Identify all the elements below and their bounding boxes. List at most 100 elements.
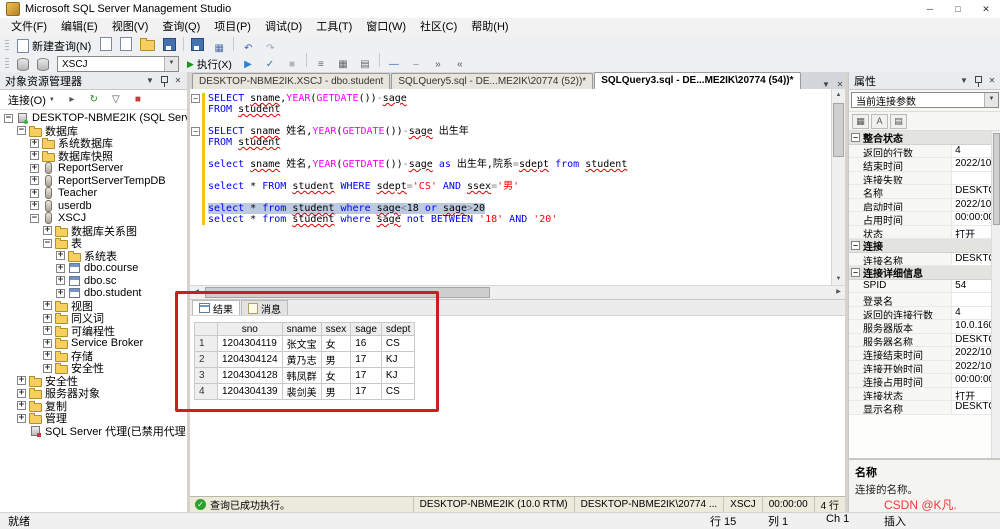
- property-row[interactable]: 连接状态打开: [849, 388, 1000, 402]
- pin-icon[interactable]: [971, 75, 985, 87]
- scroll-up-icon[interactable]: ▲: [832, 89, 845, 101]
- tree-item[interactable]: +服务器对象: [0, 387, 187, 400]
- property-row[interactable]: 登录名: [849, 293, 1000, 307]
- editor-line[interactable]: −SELECT sname 姓名,YEAR(GETDATE())-sage 出生…: [190, 126, 831, 137]
- property-row[interactable]: 占用时间00:00:00.081: [849, 212, 1000, 226]
- tree-expander-icon[interactable]: −: [4, 114, 13, 123]
- tree-item[interactable]: −表: [0, 237, 187, 250]
- result-row[interactable]: 11204304119张文宝女16CS: [195, 336, 415, 352]
- result-cell[interactable]: KJ: [381, 368, 414, 384]
- collapse-icon[interactable]: −: [191, 94, 200, 103]
- result-cell[interactable]: 黄乃志: [282, 352, 321, 368]
- tree-item[interactable]: +系统表: [0, 250, 187, 263]
- tree-expander-icon[interactable]: +: [30, 139, 39, 148]
- result-cell[interactable]: 1204304124: [218, 352, 283, 368]
- editor-line[interactable]: select sname 姓名,YEAR(GETDATE())-sage as …: [190, 159, 831, 170]
- tree-expander-icon[interactable]: −: [17, 126, 26, 135]
- property-row[interactable]: 连接失败: [849, 172, 1000, 186]
- result-row[interactable]: 21204304124黄乃志男17KJ: [195, 352, 415, 368]
- result-cell[interactable]: 男: [321, 352, 351, 368]
- save-icon[interactable]: [159, 35, 180, 54]
- result-row[interactable]: 31204304128韩凤群女17KJ: [195, 368, 415, 384]
- result-cell[interactable]: KJ: [381, 352, 414, 368]
- alphabetical-icon[interactable]: A: [871, 114, 888, 129]
- stop-icon[interactable]: ■: [127, 90, 149, 109]
- collapse-icon[interactable]: −: [851, 133, 860, 142]
- result-cell[interactable]: 男: [321, 384, 351, 400]
- chevron-down-icon[interactable]: ▼: [984, 93, 998, 107]
- pin-icon[interactable]: [157, 75, 171, 87]
- tree-item[interactable]: +数据库快照: [0, 150, 187, 163]
- tree-expander-icon[interactable]: −: [30, 214, 39, 223]
- new-query-button[interactable]: 新建查询(N): [13, 37, 95, 56]
- result-cell[interactable]: 张文宝: [282, 336, 321, 352]
- property-row[interactable]: SPID54: [849, 280, 1000, 294]
- column-header[interactable]: sno: [218, 323, 283, 336]
- property-section[interactable]: −整合状态: [849, 131, 1000, 145]
- column-header[interactable]: sname: [282, 323, 321, 336]
- result-cell[interactable]: 女: [321, 368, 351, 384]
- column-header[interactable]: sdept: [381, 323, 414, 336]
- scroll-down-icon[interactable]: ▼: [832, 273, 845, 285]
- tree-expander-icon[interactable]: +: [56, 276, 65, 285]
- editor-line[interactable]: select * from student where sage<18 or s…: [190, 203, 831, 214]
- window-menu-icon[interactable]: ▼: [143, 76, 157, 85]
- tree-item[interactable]: −XSCJ: [0, 212, 187, 225]
- available-databases-icon[interactable]: [33, 55, 53, 74]
- tree-expander-icon[interactable]: +: [43, 364, 52, 373]
- tree-expander-icon[interactable]: +: [30, 151, 39, 160]
- result-cell[interactable]: 女: [321, 336, 351, 352]
- document-tab[interactable]: DESKTOP-NBME2IK.XSCJ - dbo.student: [192, 73, 390, 89]
- tree-expander-icon[interactable]: +: [17, 414, 26, 423]
- tree-item[interactable]: +dbo.sc: [0, 275, 187, 288]
- open-file-icon[interactable]: [136, 36, 159, 55]
- editor-line[interactable]: [190, 192, 831, 203]
- oe-expand-icon[interactable]: ▸: [61, 90, 83, 109]
- tree-expander-icon[interactable]: +: [43, 226, 52, 235]
- tree-item[interactable]: +userdb: [0, 200, 187, 213]
- editor-line[interactable]: select * from student where sage not BET…: [190, 214, 831, 225]
- tree-expander-icon[interactable]: +: [43, 351, 52, 360]
- result-cell[interactable]: 1204304128: [218, 368, 283, 384]
- tree-item[interactable]: +系统数据库: [0, 137, 187, 150]
- editor-line[interactable]: select * FROM student WHERE sdept='CS' A…: [190, 181, 831, 192]
- tree-expander-icon[interactable]: +: [30, 189, 39, 198]
- menu-item[interactable]: 工具(T): [309, 18, 359, 36]
- menu-item[interactable]: 社区(C): [413, 18, 464, 36]
- tree-item[interactable]: +数据库关系图: [0, 225, 187, 238]
- result-row[interactable]: 41204304139裴剑美男17CS: [195, 384, 415, 400]
- property-row[interactable]: 服务器版本10.0.1600: [849, 320, 1000, 334]
- tree-item[interactable]: +可编程性: [0, 325, 187, 338]
- tree-expander-icon[interactable]: +: [30, 201, 39, 210]
- scroll-right-icon[interactable]: ▶: [832, 286, 845, 299]
- tree-expander-icon[interactable]: +: [43, 339, 52, 348]
- column-header[interactable]: sage: [351, 323, 382, 336]
- save-all-icon[interactable]: [187, 35, 208, 54]
- result-cell[interactable]: 17: [351, 352, 382, 368]
- result-cell[interactable]: 17: [351, 384, 382, 400]
- tree-expander-icon[interactable]: +: [30, 164, 39, 173]
- result-cell[interactable]: 1204304139: [218, 384, 283, 400]
- tree-item[interactable]: +存储: [0, 350, 187, 363]
- tab-messages[interactable]: 消息: [241, 300, 288, 315]
- result-cell[interactable]: CS: [381, 336, 414, 352]
- close-panel-icon[interactable]: ✕: [171, 76, 185, 85]
- filter-icon[interactable]: ▽: [105, 90, 127, 109]
- tree-expander-icon[interactable]: +: [43, 314, 52, 323]
- property-row[interactable]: 结束时间2022/10/7 15:25:40: [849, 158, 1000, 172]
- property-row[interactable]: 连接占用时间00:00:00.081: [849, 374, 1000, 388]
- property-row[interactable]: 返回的行数4: [849, 145, 1000, 159]
- editor-line[interactable]: [190, 148, 831, 159]
- menu-item[interactable]: 帮助(H): [464, 18, 515, 36]
- editor-vertical-scrollbar[interactable]: ▲ ▼: [831, 89, 845, 285]
- tree-expander-icon[interactable]: +: [43, 301, 52, 310]
- result-cell[interactable]: 1204304119: [218, 336, 283, 352]
- editor-line[interactable]: [190, 115, 831, 126]
- tree-expander-icon[interactable]: +: [56, 264, 65, 273]
- tree-item[interactable]: +Teacher: [0, 187, 187, 200]
- document-tab[interactable]: SQLQuery5.sql - DE...ME2IK\20774 (52))*: [391, 73, 593, 89]
- scrollbar-thumb[interactable]: [205, 287, 490, 298]
- minimize-icon[interactable]: ─: [916, 0, 944, 18]
- tree-expander-icon[interactable]: +: [17, 401, 26, 410]
- toolbar-grip[interactable]: [5, 58, 9, 70]
